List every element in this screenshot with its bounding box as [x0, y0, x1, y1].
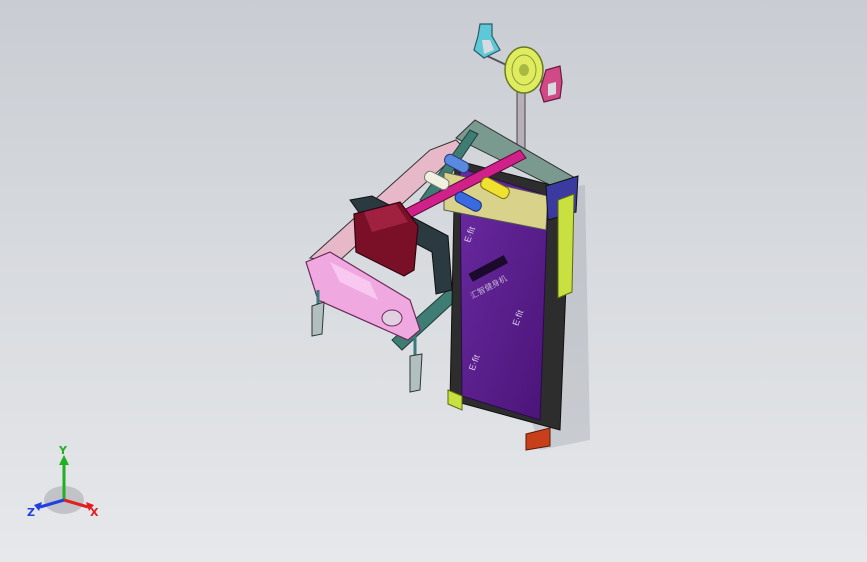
z-axis-label: Z [27, 506, 35, 519]
dial-hub [519, 64, 529, 76]
pink-handle-grip-gap [548, 82, 556, 96]
rear-orange-foot [525, 427, 551, 451]
y-axis-label: Y [58, 445, 68, 457]
cad-viewport[interactable]: 汇智健身机 E·fit E·fit E·fit Y X Z [0, 0, 867, 562]
right-hand-grip[interactable] [409, 353, 423, 393]
x-axis-label: X [90, 506, 99, 519]
left-hand-grip[interactable] [311, 301, 325, 337]
side-yellow-panel [557, 193, 575, 299]
console-knob[interactable] [381, 309, 403, 327]
3d-model-treadmill[interactable]: 汇智健身机 E·fit E·fit E·fit [0, 0, 867, 562]
axis-triad: Y X Z [22, 444, 106, 525]
